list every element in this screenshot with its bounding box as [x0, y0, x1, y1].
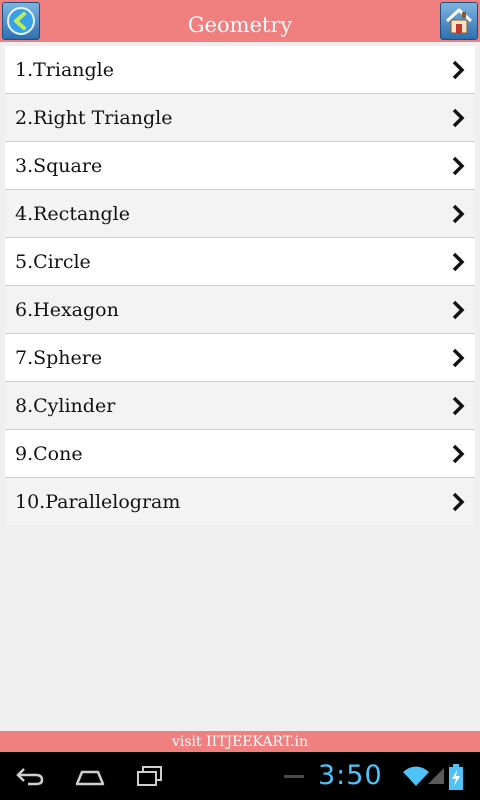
- chevron-right-icon: [452, 492, 465, 512]
- app-header: Geometry: [0, 0, 480, 42]
- footer-link[interactable]: visit IITJEEKART.in: [0, 731, 480, 752]
- back-icon[interactable]: [14, 764, 46, 788]
- chevron-right-icon: [452, 300, 465, 320]
- list-item[interactable]: 4.Rectangle: [5, 190, 475, 238]
- list-item-label: 4.Rectangle: [15, 203, 131, 225]
- list-item-label: 2.Right Triangle: [15, 107, 173, 129]
- page-title: Geometry: [187, 13, 293, 37]
- chevron-right-icon: [452, 252, 465, 272]
- chevron-right-icon: [452, 60, 465, 80]
- home-button[interactable]: [440, 2, 478, 40]
- list-item-label: 6.Hexagon: [15, 299, 119, 321]
- list-item-label: 5.Circle: [15, 251, 91, 273]
- notification-dash-icon: [284, 775, 304, 778]
- list-item-label: 8.Cylinder: [15, 395, 116, 417]
- list-item-label: 7.Sphere: [15, 347, 103, 369]
- chevron-right-icon: [452, 348, 465, 368]
- chevron-right-icon: [452, 204, 465, 224]
- battery-charging-icon: [449, 764, 463, 790]
- list-item[interactable]: 1.Triangle: [5, 46, 475, 94]
- list-item[interactable]: 7.Sphere: [5, 334, 475, 382]
- list-item[interactable]: 5.Circle: [5, 238, 475, 286]
- chevron-right-icon: [452, 396, 465, 416]
- list-item[interactable]: 2.Right Triangle: [5, 94, 475, 142]
- list-item-label: 1.Triangle: [15, 59, 115, 81]
- list-item-label: 3.Square: [15, 155, 103, 177]
- home-icon[interactable]: [74, 764, 106, 788]
- list-item[interactable]: 3.Square: [5, 142, 475, 190]
- chevron-right-icon: [452, 156, 465, 176]
- home-icon: [445, 8, 473, 34]
- list-item-label: 9.Cone: [15, 443, 83, 465]
- chevron-right-icon: [452, 108, 465, 128]
- chevron-right-icon: [452, 444, 465, 464]
- signal-icon: [428, 768, 444, 784]
- recent-apps-icon[interactable]: [134, 764, 166, 788]
- list-item-label: 10.Parallelogram: [15, 491, 181, 513]
- list-item[interactable]: 10.Parallelogram: [5, 478, 475, 525]
- list-item[interactable]: 9.Cone: [5, 430, 475, 478]
- list-item[interactable]: 8.Cylinder: [5, 382, 475, 430]
- status-clock: 3:50: [318, 760, 383, 791]
- geometry-topic-list: 1.Triangle 2.Right Triangle 3.Square 4.R…: [5, 46, 475, 525]
- list-item[interactable]: 6.Hexagon: [5, 286, 475, 334]
- system-navigation-bar: [0, 752, 480, 800]
